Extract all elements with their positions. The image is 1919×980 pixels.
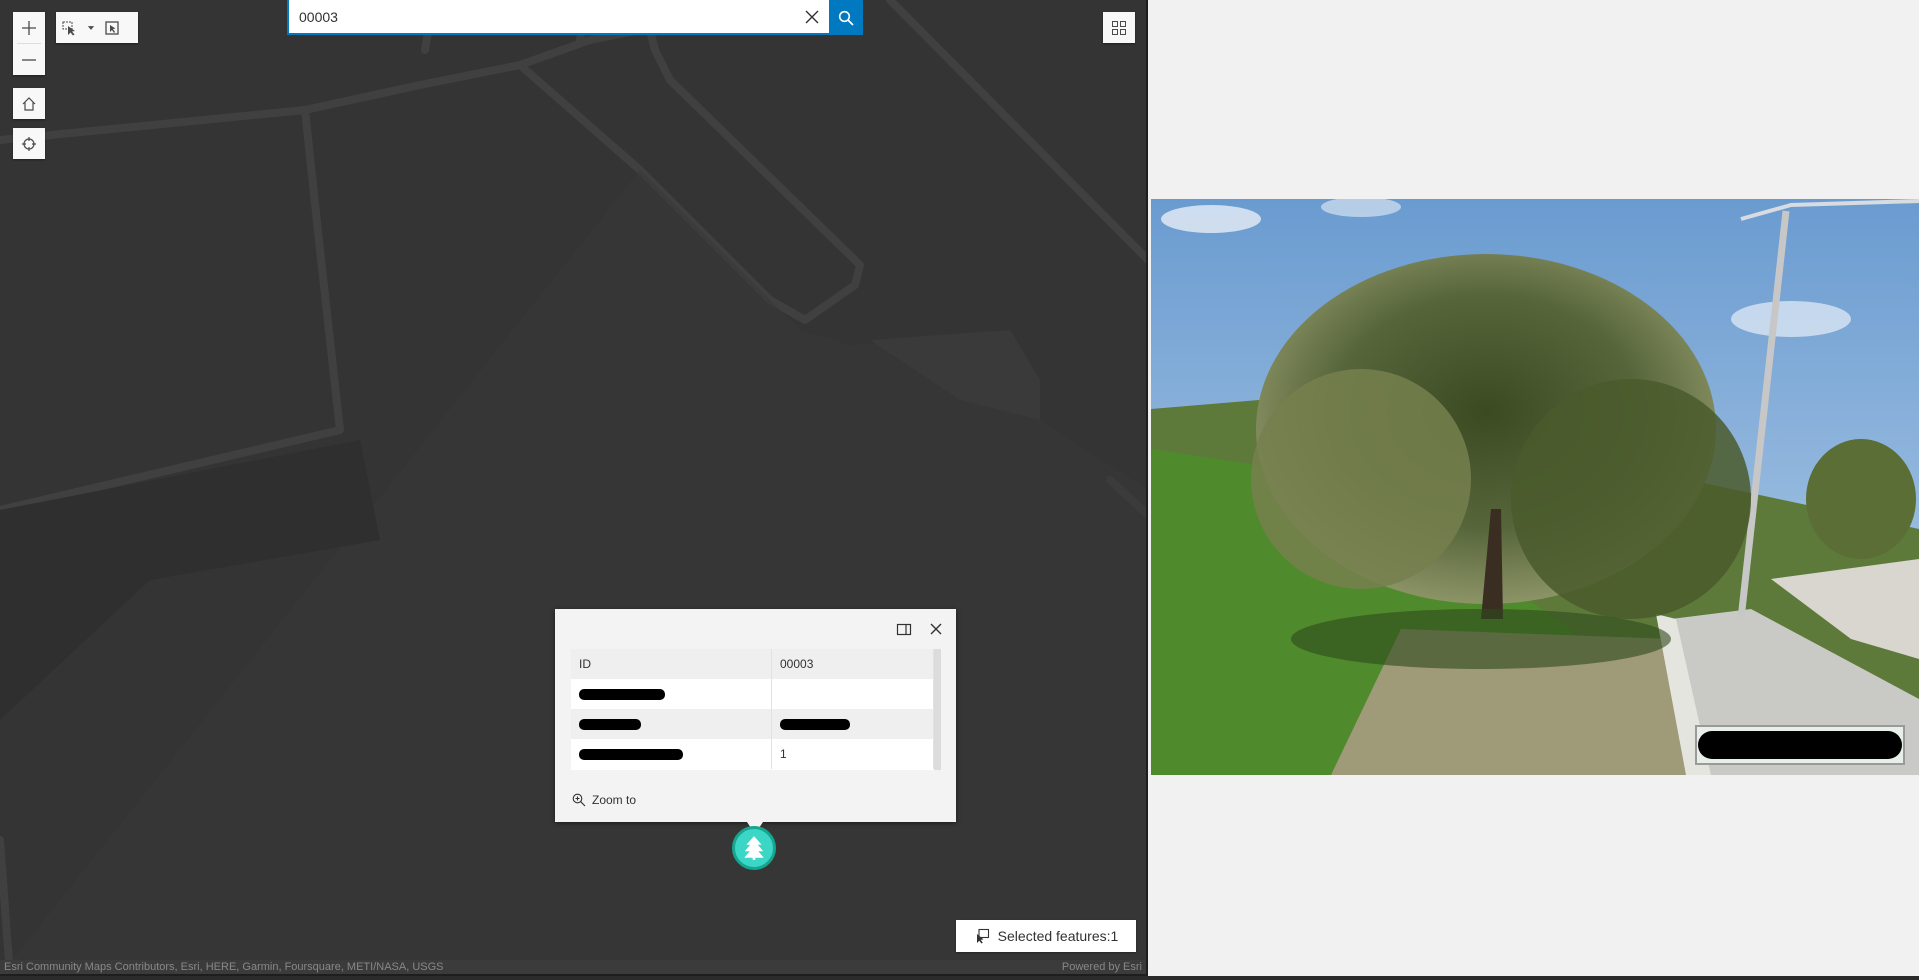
field-label-redacted <box>571 709 772 739</box>
select-by-layer-button[interactable] <box>98 12 126 43</box>
search-button[interactable] <box>829 0 863 35</box>
plus-icon <box>22 20 36 35</box>
popup-header <box>555 609 956 645</box>
zoom-control <box>13 12 45 75</box>
field-label-redacted <box>571 679 772 709</box>
selected-features-label: Selected features:1 <box>997 928 1119 944</box>
grid-icon <box>1112 20 1126 35</box>
field-label-redacted <box>571 739 772 769</box>
attribution-sources[interactable]: Esri Community Maps Contributors, Esri, … <box>4 961 444 973</box>
photo-caption-redacted <box>1695 725 1905 765</box>
chevron-down-icon <box>87 25 95 30</box>
locate-button[interactable] <box>13 128 45 159</box>
feature-popup: ID 00003 1 Zoom to <box>555 609 956 822</box>
field-value: 00003 <box>771 649 934 679</box>
minus-icon <box>22 58 36 61</box>
table-row <box>571 709 934 739</box>
powered-by[interactable]: Powered by Esri <box>1062 961 1142 973</box>
map-view[interactable]: ID 00003 1 <box>0 0 1148 976</box>
redaction-mark <box>579 689 665 701</box>
close-icon <box>930 623 942 635</box>
search-input[interactable] <box>287 0 829 35</box>
table-row: ID 00003 <box>571 649 934 679</box>
table-row: 1 <box>571 739 934 769</box>
search-widget <box>287 0 863 35</box>
layer-select-icon <box>105 20 119 35</box>
selection-icon <box>976 928 989 944</box>
attribute-table-container: ID 00003 1 <box>571 649 941 770</box>
zoom-to-action[interactable]: Zoom to <box>572 793 636 807</box>
basemap-gallery-control <box>1103 12 1135 43</box>
map-basemap <box>0 0 1146 974</box>
feature-photo <box>1151 199 1919 775</box>
tree-marker[interactable] <box>732 826 776 870</box>
field-value-redacted <box>771 709 934 739</box>
popup-scrollbar[interactable] <box>934 649 941 770</box>
select-toolbar <box>56 12 138 43</box>
field-value <box>771 679 934 709</box>
attribute-table: ID 00003 1 <box>571 649 934 769</box>
field-value: 1 <box>771 739 934 769</box>
window-bottom-edge <box>0 976 1919 980</box>
dock-icon <box>896 623 912 636</box>
home-button[interactable] <box>13 88 45 119</box>
locate-control <box>13 128 45 159</box>
select-cursor-icon <box>62 21 75 35</box>
select-tool-button[interactable] <box>56 12 84 43</box>
selected-features-button[interactable]: Selected features:1 <box>956 920 1136 952</box>
clear-search-button[interactable] <box>795 0 829 33</box>
basemap-gallery-button[interactable] <box>1103 12 1135 43</box>
zoom-in-magnifier-icon <box>572 793 586 807</box>
redaction-mark <box>579 719 641 731</box>
redaction-mark <box>780 719 850 731</box>
dock-popup-button[interactable] <box>895 620 913 638</box>
zoom-to-label: Zoom to <box>592 793 637 807</box>
attribution-bar: Esri Community Maps Contributors, Esri, … <box>0 960 1146 974</box>
close-popup-button[interactable] <box>927 620 945 638</box>
home-control <box>13 88 45 119</box>
search-icon <box>838 10 854 26</box>
close-icon <box>805 10 819 23</box>
tree-icon <box>744 836 764 860</box>
home-icon <box>22 96 36 111</box>
redaction-mark <box>1698 731 1902 759</box>
redaction-mark <box>579 749 683 761</box>
table-row <box>571 679 934 709</box>
select-tool-dropdown[interactable] <box>84 12 98 43</box>
tree-photograph <box>1151 199 1919 775</box>
field-label: ID <box>571 649 772 679</box>
zoom-in-button[interactable] <box>13 12 45 43</box>
locate-icon <box>22 136 36 151</box>
zoom-out-button[interactable] <box>13 44 45 75</box>
